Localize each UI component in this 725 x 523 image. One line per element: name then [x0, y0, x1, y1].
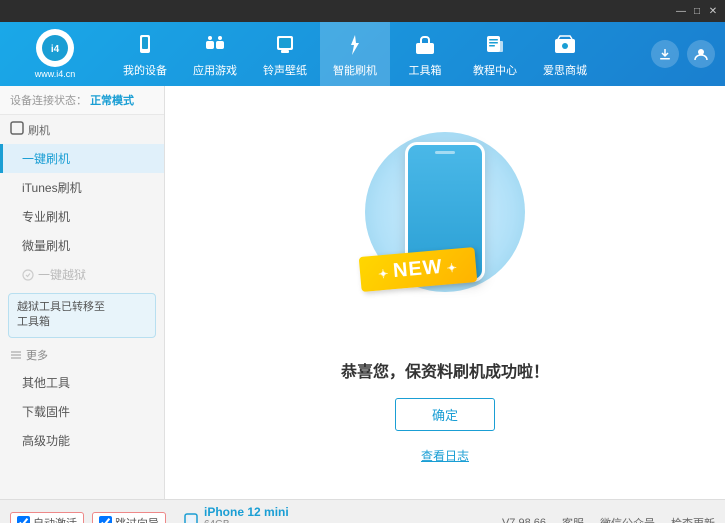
apps-games-icon — [201, 31, 229, 59]
sidebar: 设备连接状态： 正常模式 刷机 一键刷机 iTunes刷机 专业刷机 微量刷机 … — [0, 86, 165, 499]
nav-apps-games[interactable]: 应用游戏 — [180, 22, 250, 86]
logo-area: i4 www.i4.cn — [10, 29, 100, 79]
ringtones-icon — [271, 31, 299, 59]
version-label: V7.98.66 — [502, 517, 546, 523]
tutorials-icon — [481, 31, 509, 59]
check-update-link[interactable]: 检查更新 — [671, 515, 715, 523]
sparkle-1: ✦ — [355, 127, 368, 147]
success-content: ✦ ✦ ✦ NEW 恭喜您，保资料刷机成功啦！ 确定 查看日志 — [341, 122, 549, 464]
logo-icon: i4 — [41, 34, 69, 62]
main-layout: 设备连接状态： 正常模式 刷机 一键刷机 iTunes刷机 专业刷机 微量刷机 … — [0, 86, 725, 499]
my-device-icon — [131, 31, 159, 59]
success-text: 恭喜您，保资料刷机成功啦！ — [341, 358, 549, 382]
sidebar-advanced[interactable]: 高级功能 — [0, 426, 164, 455]
bottom-left: 自动激活 跳过向导 iPhone 12 mini 64GB Down-12min… — [10, 505, 289, 523]
nav-ringtones[interactable]: 铃声壁纸 — [250, 22, 320, 86]
weibo-store-icon — [551, 31, 579, 59]
status-bar: 设备连接状态： 正常模式 — [0, 86, 164, 115]
phone-illustration: ✦ ✦ ✦ NEW — [345, 122, 545, 342]
account-button[interactable] — [687, 40, 715, 68]
device-text: iPhone 12 mini 64GB Down-12mini-13,1 — [204, 505, 289, 523]
auto-flash-input[interactable] — [17, 516, 30, 523]
auto-flash-label: 自动激活 — [33, 515, 77, 523]
nav-weibo-store-label: 爱思商城 — [543, 62, 587, 78]
nav-right-buttons — [651, 40, 715, 68]
bottom-bar: 自动激活 跳过向导 iPhone 12 mini 64GB Down-12min… — [0, 499, 725, 523]
smart-flash-icon — [341, 31, 369, 59]
device-icon — [184, 513, 198, 523]
more-section-header: 更多 — [0, 342, 164, 368]
sparkle-3: ✦ — [525, 263, 535, 277]
sidebar-pro-flash[interactable]: 专业刷机 — [0, 202, 164, 231]
nav-smart-flash-label: 智能刷机 — [333, 62, 377, 78]
nav-smart-flash[interactable]: 智能刷机 — [320, 22, 390, 86]
nav-items: 我的设备 应用游戏 铃声壁纸 智能刷机 — [110, 22, 651, 86]
nav-my-device[interactable]: 我的设备 — [110, 22, 180, 86]
auto-flash-checkbox[interactable]: 自动激活 — [10, 512, 84, 523]
sidebar-itunes-flash[interactable]: iTunes刷机 — [0, 173, 164, 202]
nav-toolbox-label: 工具箱 — [409, 62, 442, 78]
sidebar-disk-flash[interactable]: 微量刷机 — [0, 231, 164, 260]
nav-weibo-store[interactable]: 爱思商城 — [530, 22, 600, 86]
status-value: 正常模式 — [90, 95, 134, 107]
toolbox-icon — [411, 31, 439, 59]
sparkle-2: ✦ — [520, 127, 530, 141]
maximize-button[interactable]: □ — [689, 3, 705, 19]
sidebar-one-click-flash[interactable]: 一键刷机 — [0, 144, 164, 173]
flash-section-label: 刷机 — [28, 122, 50, 138]
minimize-button[interactable]: — — [673, 3, 689, 19]
logo-subtitle: www.i4.cn — [35, 69, 76, 79]
device-name: iPhone 12 mini — [204, 505, 289, 519]
customer-service-link[interactable]: 客服 — [562, 515, 584, 523]
status-label: 设备连接状态： — [10, 95, 87, 107]
wechat-public-link[interactable]: 微信公众号 — [600, 515, 655, 523]
bottom-right: V7.98.66 客服 微信公众号 检查更新 — [502, 515, 715, 523]
confirm-button[interactable]: 确定 — [395, 398, 495, 431]
jailbreak-warning: 越狱工具已转移至 工具箱 — [8, 293, 156, 338]
nav-ringtones-label: 铃声壁纸 — [263, 62, 307, 78]
device-info: iPhone 12 mini 64GB Down-12mini-13,1 — [184, 505, 289, 523]
flash-section-icon — [10, 121, 24, 138]
disabled-jailbreak-label: 一键越狱 — [38, 266, 86, 283]
svg-text:i4: i4 — [51, 44, 60, 55]
nav-apps-games-label: 应用游戏 — [193, 62, 237, 78]
top-nav: i4 www.i4.cn 我的设备 应用游戏 — [0, 22, 725, 86]
nav-tutorials-label: 教程中心 — [473, 62, 517, 78]
skip-wizard-input[interactable] — [99, 516, 112, 523]
content-area: ✦ ✦ ✦ NEW 恭喜您，保资料刷机成功啦！ 确定 查看日志 — [165, 86, 725, 499]
window-controls: — □ ✕ — [673, 0, 725, 22]
nav-tutorials[interactable]: 教程中心 — [460, 22, 530, 86]
sidebar-download-firmware[interactable]: 下载固件 — [0, 397, 164, 426]
flash-section-header: 刷机 — [0, 115, 164, 144]
close-button[interactable]: ✕ — [705, 3, 721, 19]
nav-my-device-label: 我的设备 — [123, 62, 167, 78]
logo-circle: i4 — [36, 29, 74, 67]
nav-toolbox[interactable]: 工具箱 — [390, 22, 460, 86]
title-bar: — □ ✕ — [0, 0, 725, 22]
sidebar-other-tools[interactable]: 其他工具 — [0, 368, 164, 397]
disabled-jailbreak: 一键越狱 — [0, 260, 164, 289]
more-section-label: 更多 — [26, 347, 48, 363]
download-button[interactable] — [651, 40, 679, 68]
skip-wizard-checkbox[interactable]: 跳过向导 — [92, 512, 166, 523]
secondary-link[interactable]: 查看日志 — [421, 447, 469, 464]
device-storage: 64GB — [204, 519, 289, 523]
skip-wizard-label: 跳过向导 — [115, 515, 159, 523]
